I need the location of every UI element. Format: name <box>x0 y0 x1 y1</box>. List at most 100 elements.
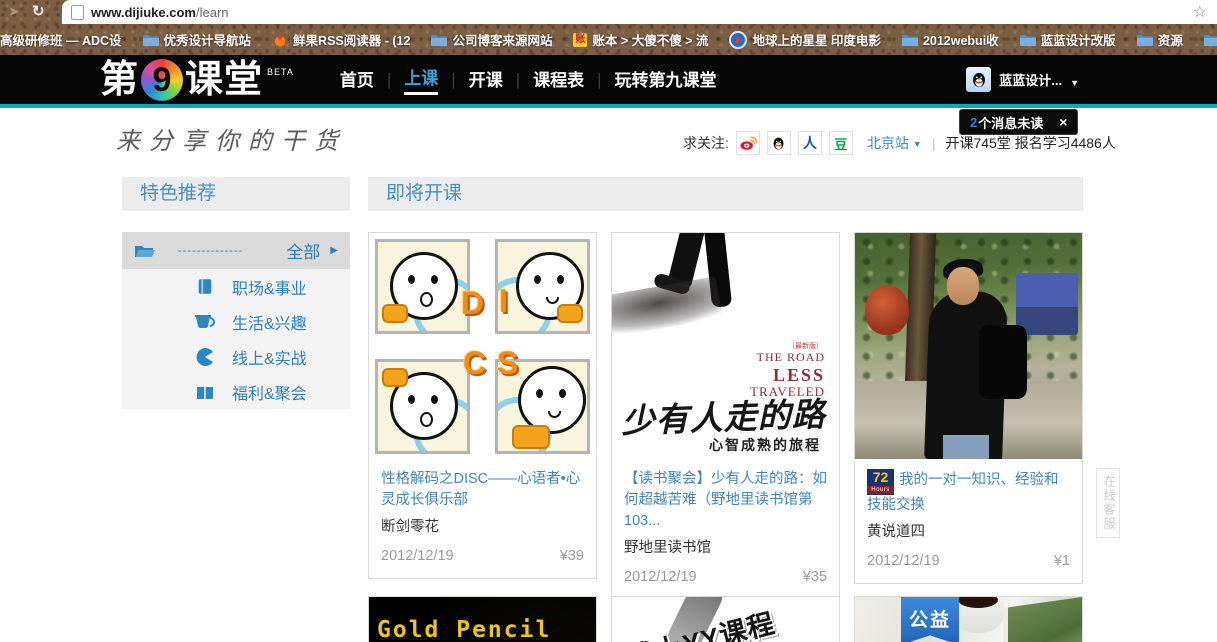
bookmark-item[interactable]: 鲜果RSS阅读器 - (12 <box>272 30 410 49</box>
bookmark-item[interactable]: 蓝蓝设计改版 <box>1020 30 1116 49</box>
course-card: D I C S 性格解码之DISC——心语者•心灵成长俱乐部 断剑零花 2012… <box>368 232 597 579</box>
folder-icon <box>431 33 447 46</box>
notification-toast[interactable]: 2 个消息未读 × <box>959 109 1078 135</box>
folder-open-icon <box>134 242 156 260</box>
disc-letter-s: S <box>497 347 518 379</box>
folder-icon <box>902 33 918 46</box>
renren-icon[interactable]: 人 <box>798 131 822 155</box>
folder-icon <box>1204 33 1217 46</box>
forward-icon[interactable]: ➤ <box>8 3 20 20</box>
chevron-down-icon: ▼ <box>1070 78 1079 88</box>
pacman-icon <box>194 348 216 366</box>
follow-label: 求关注: <box>683 133 729 153</box>
bookmark-label: 资源 <box>1158 30 1183 49</box>
course-author[interactable]: 断剑零花 <box>381 515 584 536</box>
category-item-career[interactable]: 职场&事业 <box>122 269 350 304</box>
nav-item-howto[interactable]: 玩转第九课堂 <box>615 66 717 94</box>
course-author[interactable]: 黄说道四 <box>867 520 1070 541</box>
course-price: ¥1 <box>1054 553 1070 569</box>
city-selector[interactable]: 北京站 <box>867 133 909 153</box>
course-title-link[interactable]: 72Hours我的一对一知识、经验和技能交换 <box>867 469 1070 516</box>
browser-chrome: ➤ ↻ www.dijiuke.com /learn ☆ 高级研修班 — ADC… <box>0 0 1217 55</box>
bookmark-item[interactable]: 2012webui收 <box>902 30 999 49</box>
nav-menu: 首页 | 上课 | 开课 | 课程表 | 玩转第九课堂 <box>340 64 717 95</box>
category-item-life[interactable]: 生活&兴趣 <box>122 304 350 339</box>
course-card: （最新版） THE ROAD LESS TRAVELED 少有人走的路 心智成熟… <box>611 232 840 600</box>
bookmark-label: 蓝蓝设计改版 <box>1041 30 1116 49</box>
nav-item-teach[interactable]: 开课 <box>469 66 503 94</box>
nav-separator: | <box>451 70 455 90</box>
bookmark-item[interactable]: 资源 <box>1137 30 1183 49</box>
category-item-welfare[interactable]: 福利&聚会 <box>122 374 350 409</box>
bookmark-item[interactable]: 优秀设计导航站 <box>143 30 252 49</box>
course-image-photo[interactable] <box>855 233 1082 459</box>
course-author[interactable]: 野地里读书馆 <box>624 536 827 557</box>
disc-letter-i: I <box>499 285 508 317</box>
douban-icon[interactable]: 豆 <box>829 131 853 155</box>
weibo-icon[interactable] <box>736 131 760 155</box>
nav-item-schedule[interactable]: 课程表 <box>533 66 584 94</box>
course-image-disc[interactable]: D I C S <box>369 233 596 459</box>
bookmark-item[interactable]: 账账本 > 大傻不傻 > 流 <box>573 30 708 49</box>
folder-icon <box>1137 33 1153 46</box>
course-title-link[interactable]: 【读书聚会】少有人走的路：如何超越苦难（野地里读书馆第103... <box>624 469 827 532</box>
course-image-book-cover[interactable]: （最新版） THE ROAD LESS TRAVELED 少有人走的路 心智成熟… <box>612 233 839 459</box>
category-label-all: 全部 <box>286 238 320 263</box>
course-title-link[interactable]: 性格解码之DISC——心语者•心灵成长俱乐部 <box>381 469 584 511</box>
course-card: 72Hours我的一对一知识、经验和技能交换 黄说道四 2012/12/19 ¥… <box>854 232 1083 584</box>
bookmark-item[interactable]: 高级研修班 — ADC设 <box>0 30 122 49</box>
logo-prefix: 第 <box>100 61 139 99</box>
bookmark-item[interactable]: 外包 <box>1204 30 1217 49</box>
play-icon <box>729 31 747 49</box>
qq-avatar <box>966 67 991 92</box>
category-item-all[interactable]: -------------- 全部 ▶ <box>122 232 350 269</box>
reload-icon[interactable]: ↻ <box>32 2 45 20</box>
gift-icon <box>194 383 216 401</box>
bookmark-star-icon[interactable]: ☆ <box>1193 2 1207 22</box>
book-icon <box>194 278 216 296</box>
category-label: 生活&兴趣 <box>232 310 307 334</box>
course-image-yy-course[interactable]: 线上YY课程 <box>612 597 839 642</box>
close-icon[interactable]: × <box>1059 114 1067 130</box>
site-navbar: 第 9 课堂 BETA 首页 | 上课 | 开课 | 课程表 | 玩转第九课堂 … <box>0 55 1217 108</box>
unread-count: 2 <box>970 115 977 130</box>
course-image-gold-pencil[interactable]: Gold Pencil <box>369 597 596 642</box>
bookmark-label: 账本 > 大傻不傻 > 流 <box>592 30 708 49</box>
nav-separator: | <box>597 70 601 90</box>
cover-subtitle: 心智成熟的旅程 <box>709 435 821 455</box>
chevron-right-icon: ▶ <box>330 245 338 256</box>
bookmark-item[interactable]: 地球上的星星 印度电影 <box>729 30 880 49</box>
logo-suffix: 课堂 <box>185 61 263 99</box>
url-path: /learn <box>196 5 229 20</box>
disc-letter-d: D <box>461 287 484 319</box>
category-label: 福利&聚会 <box>232 380 307 404</box>
bookmark-item[interactable]: 公司博客来源网站 <box>431 30 552 49</box>
bookmarks-bar: 高级研修班 — ADC设 优秀设计导航站 鲜果RSS阅读器 - (12 公司博客… <box>0 24 1217 55</box>
user-menu[interactable]: 蓝蓝设计... ▼ <box>966 55 1079 104</box>
page: ➤ ↻ www.dijiuke.com /learn ☆ 高级研修班 — ADC… <box>0 0 1217 642</box>
url-bar[interactable]: www.dijiuke.com /learn ☆ <box>62 0 1217 24</box>
nav-item-home[interactable]: 首页 <box>340 66 374 94</box>
course-date: 2012/12/19 <box>624 569 697 585</box>
folder-icon <box>143 33 159 46</box>
course-price: ¥39 <box>560 548 584 564</box>
course-date: 2012/12/19 <box>867 553 940 569</box>
course-card: Gold Pencil <box>368 596 597 642</box>
qq-icon[interactable] <box>767 131 791 155</box>
nav-separator: | <box>516 70 520 90</box>
chevron-down-icon[interactable]: ▼ <box>913 139 922 149</box>
notification-text: 个消息未读 <box>978 113 1043 132</box>
nav-item-learn[interactable]: 上课 <box>404 64 438 95</box>
folder-icon <box>1020 33 1036 46</box>
site-logo[interactable]: 第 9 课堂 BETA <box>100 59 294 101</box>
site-stats: 开课745堂 报名学习4486人 <box>945 133 1115 153</box>
sidebar-title: 特色推荐 <box>122 177 350 211</box>
category-label: 线上&实战 <box>232 345 307 369</box>
category-item-online[interactable]: 线上&实战 <box>122 339 350 374</box>
cup-icon <box>194 313 216 331</box>
logo-nine-icon: 9 <box>141 59 183 101</box>
page-file-icon <box>71 5 84 20</box>
course-image-charity[interactable]: 公益 <box>855 597 1082 642</box>
online-service-tab[interactable]: 在线客服 <box>1096 468 1120 538</box>
url-host: www.dijiuke.com <box>91 5 196 20</box>
